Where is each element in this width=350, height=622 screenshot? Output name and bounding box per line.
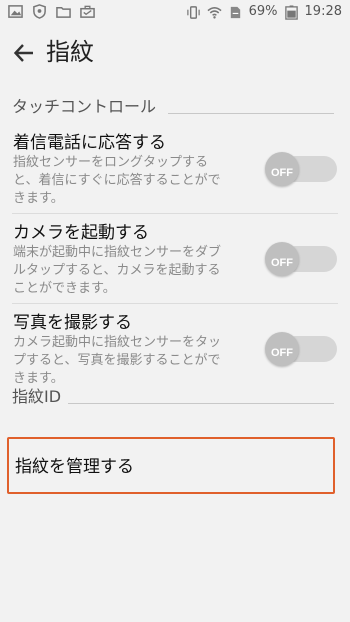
folder-icon <box>56 4 71 19</box>
row-divider <box>12 303 338 304</box>
section-divider <box>168 113 334 114</box>
setting-description: 指紋センサーをロングタップする と、着信にすぐに応答することがで きます。 <box>13 155 221 206</box>
status-bar: 69% 19:28 <box>0 0 350 26</box>
setting-take-photo[interactable]: 写真を撮影する カメラ起動中に指紋センサーをタッ プすると、写真を撮影することが… <box>0 310 350 392</box>
battery-icon <box>284 4 299 20</box>
page-title: 指紋 <box>46 38 94 66</box>
setting-title: カメラを起動する <box>13 223 149 243</box>
app-bar: 指紋 <box>0 26 350 80</box>
section-header-touch-control: タッチコントロール <box>12 97 157 116</box>
row-divider <box>12 213 338 214</box>
sim-icon <box>228 5 243 20</box>
image-icon <box>8 4 23 19</box>
section-header-fingerprint-id: 指紋ID <box>12 387 62 406</box>
back-arrow-icon[interactable] <box>12 41 36 65</box>
toggle-take-photo[interactable]: OFF <box>265 332 337 366</box>
toggle-state-label: OFF <box>271 347 293 359</box>
vibrate-icon <box>186 5 201 20</box>
manage-fingerprints-item[interactable]: 指紋を管理する <box>7 437 335 494</box>
toggle-state-label: OFF <box>271 257 293 269</box>
setting-launch-camera[interactable]: カメラを起動する 端末が起動中に指紋センサーをダブ ルタップすると、カメラを起動… <box>0 220 350 302</box>
toggle-launch-camera[interactable]: OFF <box>265 242 337 276</box>
shield-icon <box>32 4 47 19</box>
battery-percent: 69% <box>248 4 278 19</box>
setting-title: 写真を撮影する <box>13 313 132 333</box>
setting-description: カメラ起動中に指紋センサーをタッ プすると、写真を撮影することがで きます。 <box>13 335 222 386</box>
setting-title: 着信電話に応答する <box>13 133 166 153</box>
briefcase-icon <box>80 4 95 19</box>
section-divider <box>68 403 334 404</box>
setting-answer-call[interactable]: 着信電話に応答する 指紋センサーをロングタップする と、着信にすぐに応答すること… <box>0 130 350 212</box>
setting-description: 端末が起動中に指紋センサーをダブ ルタップすると、カメラを起動する ことができま… <box>13 245 222 296</box>
wifi-icon <box>207 5 222 20</box>
manage-fingerprints-label: 指紋を管理する <box>15 457 134 477</box>
clock: 19:28 <box>304 4 342 19</box>
toggle-state-label: OFF <box>271 167 293 179</box>
toggle-answer-call[interactable]: OFF <box>265 152 337 186</box>
